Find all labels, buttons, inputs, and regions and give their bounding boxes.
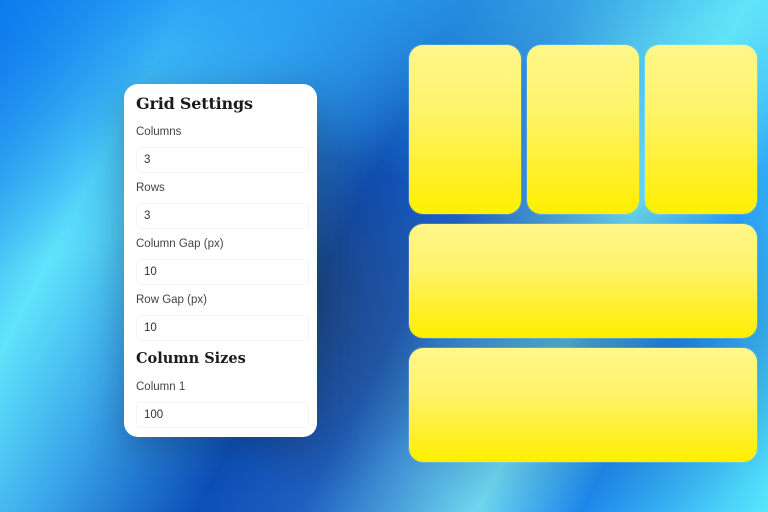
grid-settings-panel: Grid Settings Columns Rows Column Gap (p… — [124, 84, 317, 437]
grid-cell-2 — [527, 45, 639, 214]
column-1-label: Column 1 — [136, 381, 186, 393]
columns-input[interactable] — [136, 147, 309, 173]
grid-cell-1 — [409, 45, 521, 214]
column-sizes-heading: Column Sizes — [136, 350, 246, 367]
grid-cell-5 — [409, 348, 757, 462]
grid-cell-4 — [409, 224, 757, 338]
columns-label: Columns — [136, 126, 182, 138]
row-gap-label: Row Gap (px) — [136, 294, 207, 306]
column-gap-label: Column Gap (px) — [136, 238, 224, 250]
column-gap-input[interactable] — [136, 259, 309, 285]
grid-preview — [409, 45, 757, 468]
panel-title: Grid Settings — [136, 94, 253, 113]
row-gap-input[interactable] — [136, 315, 309, 341]
rows-label: Rows — [136, 182, 165, 194]
column-1-input[interactable] — [136, 402, 309, 428]
grid-cell-3 — [645, 45, 757, 214]
rows-input[interactable] — [136, 203, 309, 229]
